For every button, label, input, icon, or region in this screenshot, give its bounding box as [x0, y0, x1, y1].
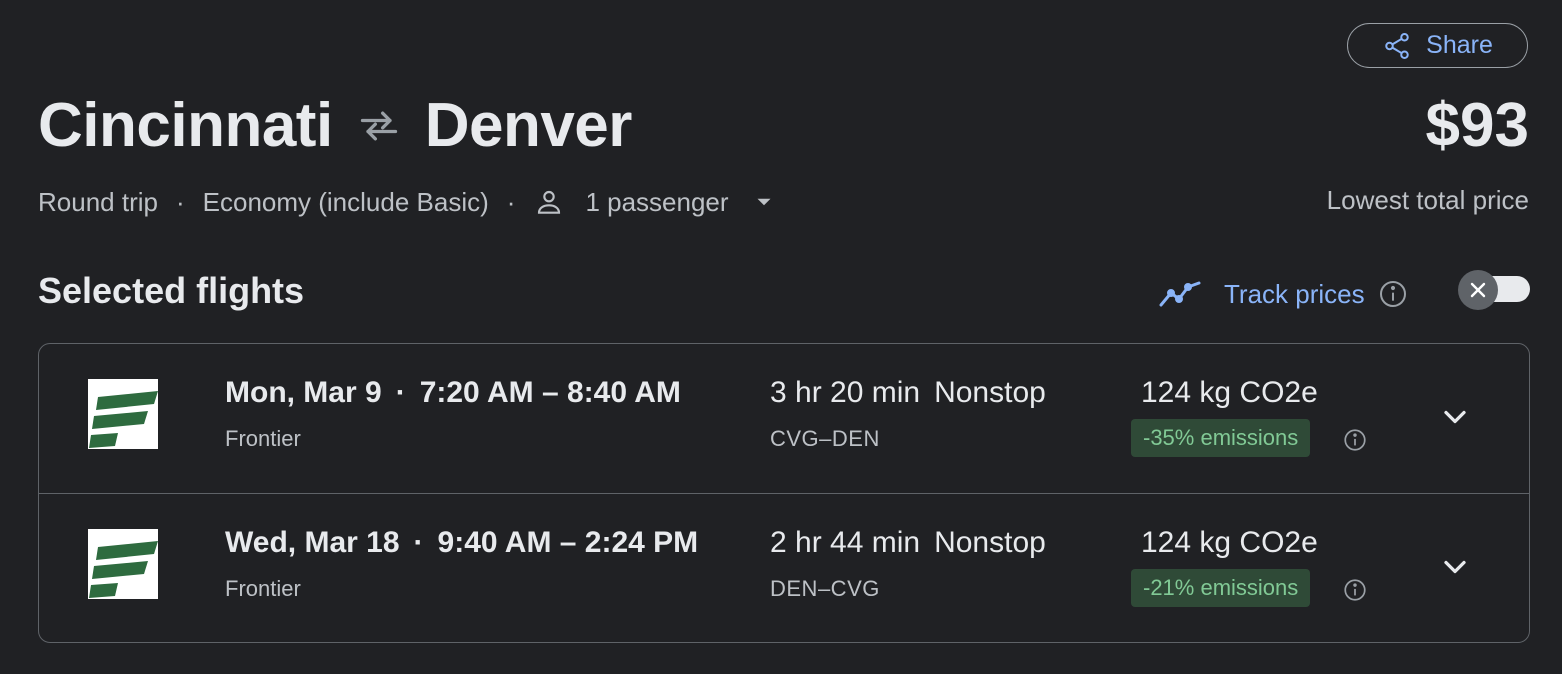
flight-route: DEN–CVG — [770, 576, 880, 601]
passenger-count: 1 passenger — [585, 186, 729, 217]
separator-dot: · — [413, 526, 424, 559]
emissions-badge: -35% emissions — [1131, 419, 1311, 457]
close-icon — [1458, 270, 1498, 310]
co2-amount: 124 kg CO2e — [1141, 376, 1318, 409]
flight-duration-stops: 2 hr 44 min Nonstop — [770, 526, 1046, 560]
flight-stops: Nonstop — [934, 376, 1046, 409]
info-icon[interactable] — [1342, 427, 1368, 453]
flight-time-range: 9:40 AM – 2:24 PM — [437, 526, 699, 559]
flight-row[interactable]: Mon, Mar 9 · 7:20 AM – 8:40 AM Frontier 3 … — [39, 344, 1529, 493]
flight-summary-page: Share Cincinnati Denver $93 Lowest total… — [0, 0, 1562, 674]
origin-city: Cincinnati — [38, 91, 333, 160]
swap-arrows-icon — [357, 104, 401, 148]
trip-type: Round trip — [38, 186, 158, 217]
info-icon[interactable] — [1342, 577, 1368, 603]
flight-date: Mon, Mar 9 — [225, 376, 382, 409]
flight-times: Wed, Mar 18 · 9:40 AM – 2:24 PM — [225, 526, 698, 560]
separator-dot: · — [395, 376, 406, 409]
route-title: Cincinnati Denver — [38, 88, 632, 164]
track-prices[interactable]: Track prices — [1158, 272, 1409, 316]
cabin-class: Economy (include Basic) — [202, 186, 489, 217]
info-icon[interactable] — [1377, 278, 1409, 310]
person-icon — [533, 186, 565, 218]
price-label: Lowest total price — [1326, 185, 1529, 215]
co2-amount: 124 kg CO2e — [1141, 526, 1318, 559]
destination-city: Denver — [424, 91, 633, 160]
airline-name: Frontier — [225, 426, 301, 451]
track-prices-toggle[interactable] — [1458, 270, 1530, 310]
share-icon — [1382, 31, 1412, 61]
frontier-logo — [88, 529, 158, 599]
flight-time-range: 7:20 AM – 8:40 AM — [419, 376, 681, 409]
flight-duration-stops: 3 hr 20 min Nonstop — [770, 376, 1046, 410]
caret-down-icon — [751, 189, 777, 215]
passenger-selector[interactable]: 1 passenger — [533, 186, 776, 218]
trip-options: Round trip · Economy (include Basic) · 1… — [38, 182, 777, 222]
lowest-price: $93 — [1425, 91, 1529, 160]
flight-duration: 2 hr 44 min — [770, 526, 921, 559]
chevron-down-icon[interactable] — [1437, 549, 1473, 585]
track-prices-label: Track prices — [1224, 278, 1365, 309]
airline-name: Frontier — [225, 576, 301, 601]
separator-dot: · — [506, 186, 516, 217]
trending-icon — [1158, 279, 1204, 309]
share-label: Share — [1426, 31, 1493, 59]
emissions-badge: -21% emissions — [1131, 569, 1311, 607]
share-button[interactable]: Share — [1347, 23, 1528, 68]
section-title: Selected flights — [38, 270, 305, 311]
frontier-logo — [88, 379, 158, 449]
flight-row[interactable]: Wed, Mar 18 · 9:40 AM – 2:24 PM Frontier 2… — [39, 493, 1529, 643]
selected-flights-list: Mon, Mar 9 · 7:20 AM – 8:40 AM Frontier 3 … — [38, 343, 1530, 643]
flight-stops: Nonstop — [934, 526, 1046, 559]
flight-date: Wed, Mar 18 — [225, 526, 400, 559]
flight-route: CVG–DEN — [770, 426, 880, 451]
flight-duration: 3 hr 20 min — [770, 376, 921, 409]
chevron-down-icon[interactable] — [1437, 399, 1473, 435]
separator-dot: · — [175, 186, 185, 217]
flight-times: Mon, Mar 9 · 7:20 AM – 8:40 AM — [225, 376, 681, 410]
